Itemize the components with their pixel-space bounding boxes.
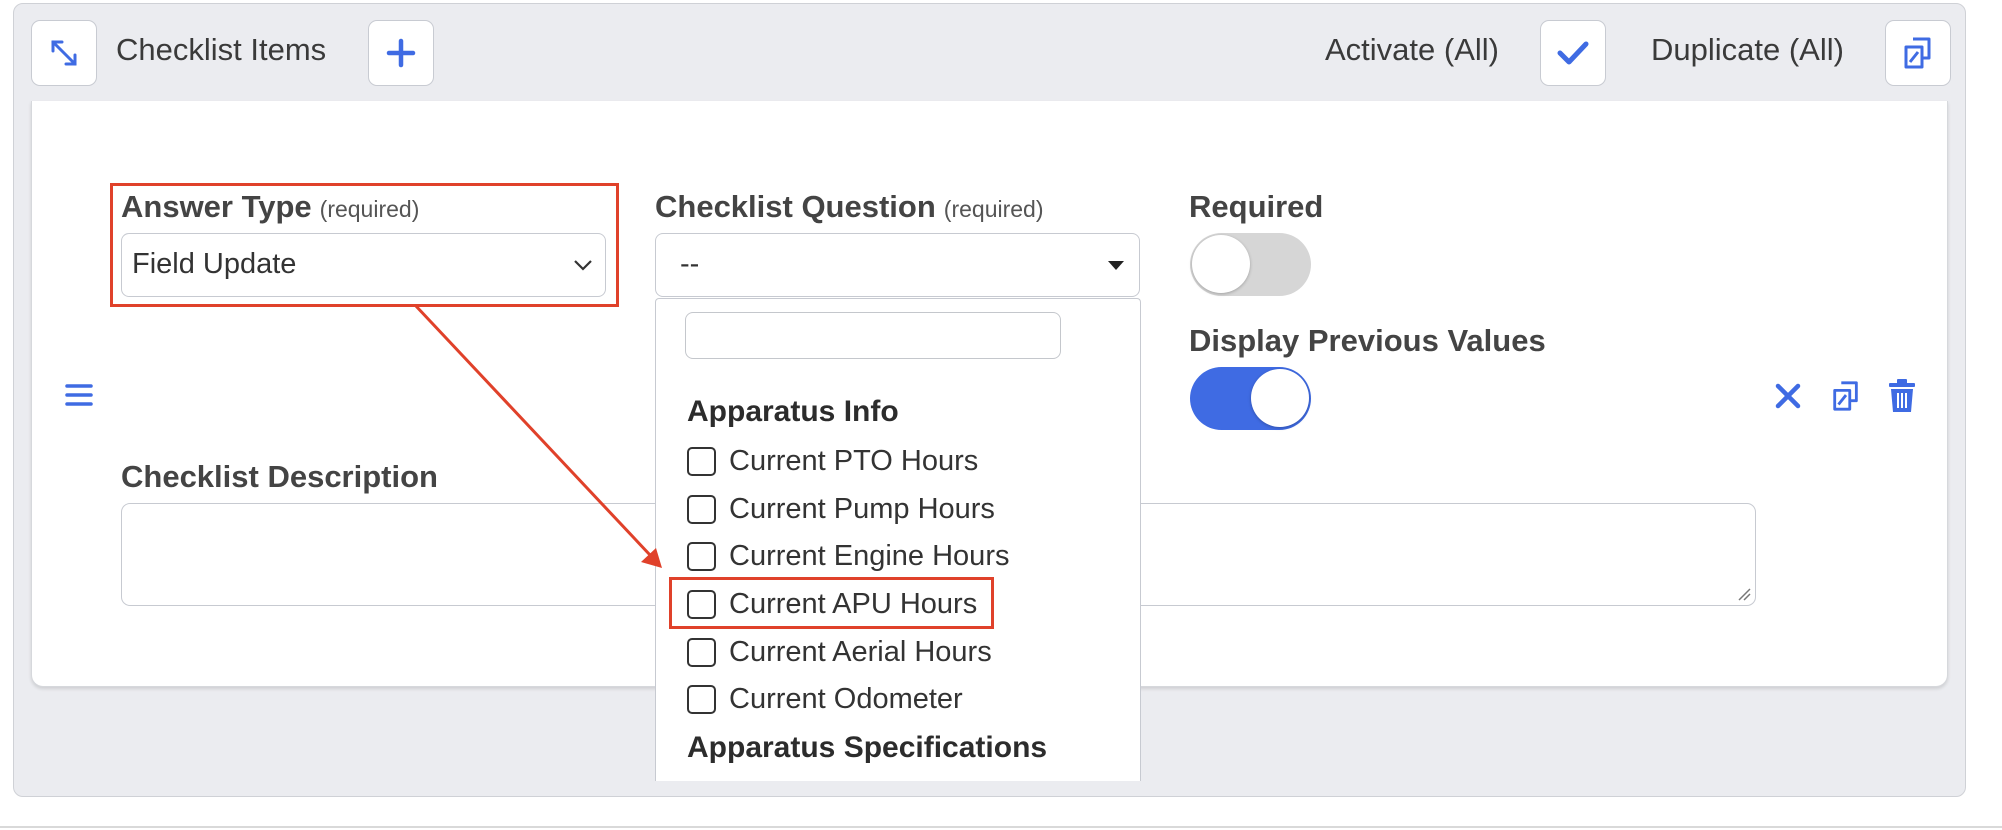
duplicate-icon bbox=[1904, 37, 1931, 69]
trash-icon[interactable] bbox=[1888, 379, 1916, 413]
checklist-items-header: Checklist Items Activate (All) Duplicate… bbox=[31, 0, 1951, 103]
checklist-question-value: -- bbox=[680, 248, 700, 280]
duplicate-icon[interactable] bbox=[1830, 380, 1862, 412]
checklist-question-select[interactable]: -- bbox=[655, 233, 1140, 297]
option-checkbox[interactable] bbox=[687, 637, 716, 667]
option-checkbox[interactable] bbox=[687, 446, 716, 476]
expand-icon bbox=[51, 40, 77, 66]
drag-handle-icon[interactable] bbox=[65, 383, 93, 407]
option-current-engine-hours[interactable]: Current Engine Hours bbox=[687, 536, 1009, 576]
expand-button[interactable] bbox=[31, 20, 97, 86]
display-previous-values-label: Display Previous Values bbox=[1189, 323, 1546, 358]
answer-type-highlight bbox=[110, 183, 619, 307]
plus-icon bbox=[386, 38, 416, 68]
activate-all-label: Activate (All) bbox=[1325, 32, 1499, 67]
option-checkbox[interactable] bbox=[687, 494, 716, 524]
required-label: Required bbox=[1189, 189, 1324, 224]
checklist-description-label: Checklist Description bbox=[121, 459, 438, 494]
toggle-knob bbox=[1192, 235, 1250, 293]
check-icon bbox=[1557, 41, 1589, 65]
add-item-button[interactable] bbox=[368, 20, 434, 86]
activate-all-button[interactable] bbox=[1540, 20, 1606, 86]
page-bottom-border bbox=[0, 826, 2002, 828]
toggle-knob bbox=[1251, 369, 1309, 427]
display-previous-values-toggle[interactable] bbox=[1190, 367, 1311, 430]
duplicate-all-button[interactable] bbox=[1885, 20, 1951, 86]
option-current-odometer[interactable]: Current Odometer bbox=[687, 679, 963, 719]
close-icon[interactable] bbox=[1775, 383, 1801, 409]
caret-down-icon bbox=[1108, 261, 1124, 270]
dropdown-group-apparatus-info: Apparatus Info bbox=[687, 395, 899, 428]
option-current-aerial-hours[interactable]: Current Aerial Hours bbox=[687, 632, 992, 672]
resize-handle-icon[interactable] bbox=[1737, 587, 1751, 601]
duplicate-all-label: Duplicate (All) bbox=[1651, 32, 1844, 67]
apu-hours-highlight bbox=[669, 577, 994, 629]
checklist-question-dropdown: Apparatus Info Current PTO Hours Current… bbox=[655, 298, 1141, 781]
required-toggle[interactable] bbox=[1190, 233, 1311, 296]
header-title: Checklist Items bbox=[116, 32, 327, 67]
option-checkbox[interactable] bbox=[687, 684, 716, 714]
option-current-pump-hours[interactable]: Current Pump Hours bbox=[687, 489, 995, 529]
dropdown-search-input[interactable] bbox=[685, 312, 1061, 359]
dropdown-group-apparatus-specifications: Apparatus Specifications bbox=[687, 731, 1048, 764]
option-current-pto-hours[interactable]: Current PTO Hours bbox=[687, 441, 978, 481]
option-checkbox[interactable] bbox=[687, 541, 716, 571]
checklist-question-label: Checklist Question (required) bbox=[655, 189, 1044, 224]
